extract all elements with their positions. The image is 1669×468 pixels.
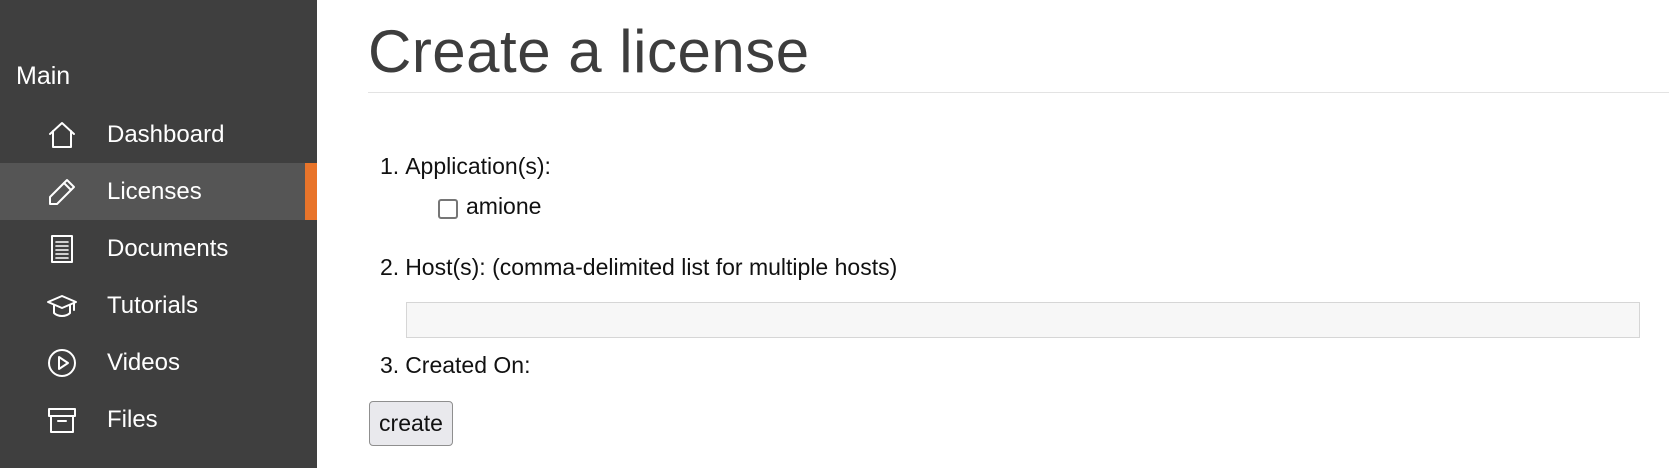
field-hosts-label: 2. Host(s): (comma-delimited list for mul…: [380, 253, 897, 281]
sidebar-item-label: Videos: [107, 349, 180, 376]
sidebar-item-licenses[interactable]: Licenses: [0, 163, 317, 220]
sidebar-item-label: Tutorials: [107, 292, 199, 319]
application-option-label: amione: [466, 193, 542, 219]
graduation-cap-icon: [44, 290, 80, 322]
play-circle-icon: [44, 347, 80, 379]
application-option-amione[interactable]: amione: [438, 192, 541, 220]
sidebar-nav: Dashboard Licenses Documents Tutorials V…: [0, 106, 317, 448]
field-text: Application(s):: [405, 153, 551, 179]
sidebar-item-label: Dashboard: [107, 121, 225, 148]
archive-box-icon: [44, 404, 80, 436]
main-content: Create a license 1. Application(s): amion…: [368, 0, 1669, 468]
sidebar-item-documents[interactable]: Documents: [0, 220, 317, 277]
field-application-label: 1. Application(s):: [380, 152, 551, 180]
create-button[interactable]: create: [369, 401, 453, 446]
field-number: 3.: [380, 352, 400, 378]
field-number: 2.: [380, 254, 400, 280]
sidebar-item-label: Licenses: [107, 178, 202, 205]
sidebar-item-tutorials[interactable]: Tutorials: [0, 277, 317, 334]
page-title: Create a license: [368, 18, 810, 85]
sidebar-item-videos[interactable]: Videos: [0, 334, 317, 391]
hosts-input[interactable]: [406, 302, 1640, 338]
sidebar-heading: Main: [16, 62, 71, 90]
field-text: Created On:: [405, 352, 531, 378]
field-text: Host(s): (comma-delimited list for multi…: [405, 254, 898, 280]
pencil-icon: [44, 176, 80, 208]
sidebar: Main Dashboard Licenses Documents Tutori…: [0, 0, 317, 468]
field-number: 1.: [380, 153, 400, 179]
sidebar-item-dashboard[interactable]: Dashboard: [0, 106, 317, 163]
document-icon: [44, 233, 80, 265]
application-checkbox[interactable]: [438, 199, 458, 219]
home-icon: [44, 119, 80, 151]
field-created-on-label: 3. Created On:: [380, 351, 530, 379]
sidebar-item-label: Documents: [107, 235, 229, 262]
sidebar-item-files[interactable]: Files: [0, 391, 317, 448]
title-divider: [368, 92, 1669, 93]
sidebar-item-label: Files: [107, 406, 158, 433]
